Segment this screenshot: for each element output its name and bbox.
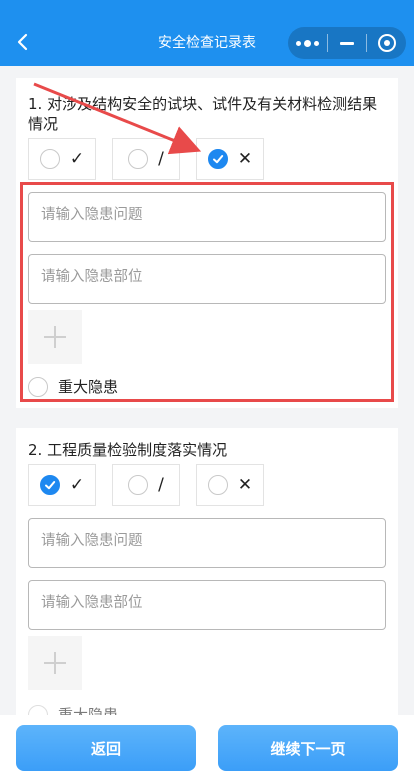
question-card-1: 1. 对涉及结构安全的试块、试件及有关材料检测结果情况 ✓ / ✕ 请输入隐患问… bbox=[16, 78, 398, 408]
photo-upload-button[interactable] bbox=[28, 636, 82, 690]
question-card-2: 2. 工程质量检验制度落实情况 ✓ / ✕ 请输入隐患问题 请输入隐患部位 重大… bbox=[16, 428, 398, 728]
option-pass[interactable]: ✓ bbox=[28, 138, 96, 180]
radio-unchecked-icon bbox=[128, 475, 149, 495]
question-title: 2. 工程质量检验制度落实情况 bbox=[28, 441, 228, 459]
minimize-icon bbox=[340, 41, 354, 45]
option-group: ✓ / ✕ bbox=[28, 138, 264, 180]
check-mark-icon: ✓ bbox=[69, 475, 85, 495]
option-pass[interactable]: ✓ bbox=[28, 464, 96, 506]
major-hazard-checkbox[interactable]: 重大隐患 bbox=[28, 376, 118, 397]
more-button[interactable] bbox=[288, 27, 327, 59]
major-hazard-label: 重大隐患 bbox=[58, 378, 119, 396]
radio-unchecked-icon bbox=[128, 149, 149, 169]
option-fail[interactable]: ✕ bbox=[196, 464, 264, 506]
minimize-button[interactable] bbox=[328, 27, 367, 59]
question-title: 1. 对涉及结构安全的试块、试件及有关材料检测结果情况 bbox=[28, 95, 378, 133]
return-button[interactable]: 返回 bbox=[16, 725, 196, 771]
more-dots-icon bbox=[295, 39, 319, 47]
radio-unchecked-icon bbox=[28, 376, 48, 397]
radio-checked-icon bbox=[207, 149, 228, 169]
cross-mark-icon: ✕ bbox=[237, 149, 253, 169]
mini-program-capsule bbox=[288, 27, 406, 59]
slash-mark-icon: / bbox=[158, 475, 164, 495]
hazard-location-input[interactable]: 请输入隐患部位 bbox=[28, 254, 386, 304]
plus-icon bbox=[44, 326, 66, 348]
photo-upload-button[interactable] bbox=[28, 310, 82, 364]
cross-mark-icon: ✕ bbox=[237, 475, 253, 495]
option-fail[interactable]: ✕ bbox=[196, 138, 264, 180]
hazard-problem-input[interactable]: 请输入隐患问题 bbox=[28, 518, 386, 568]
option-na[interactable]: / bbox=[112, 464, 180, 506]
next-page-button[interactable]: 继续下一页 bbox=[218, 725, 398, 771]
radio-unchecked-icon bbox=[207, 475, 228, 495]
radio-checked-icon bbox=[39, 475, 60, 495]
nav-bar: 安全检查记录表 bbox=[0, 0, 414, 66]
footer-bar: 返回 继续下一页 bbox=[0, 715, 414, 780]
option-group: ✓ / ✕ bbox=[28, 464, 264, 506]
close-button[interactable] bbox=[367, 27, 406, 59]
radio-unchecked-icon bbox=[39, 149, 60, 169]
option-na[interactable]: / bbox=[112, 138, 180, 180]
close-target-icon bbox=[377, 34, 396, 52]
hazard-problem-input[interactable]: 请输入隐患问题 bbox=[28, 192, 386, 242]
check-mark-icon: ✓ bbox=[69, 149, 85, 169]
slash-mark-icon: / bbox=[158, 149, 164, 169]
plus-icon bbox=[44, 652, 66, 674]
hazard-location-input[interactable]: 请输入隐患部位 bbox=[28, 580, 386, 630]
